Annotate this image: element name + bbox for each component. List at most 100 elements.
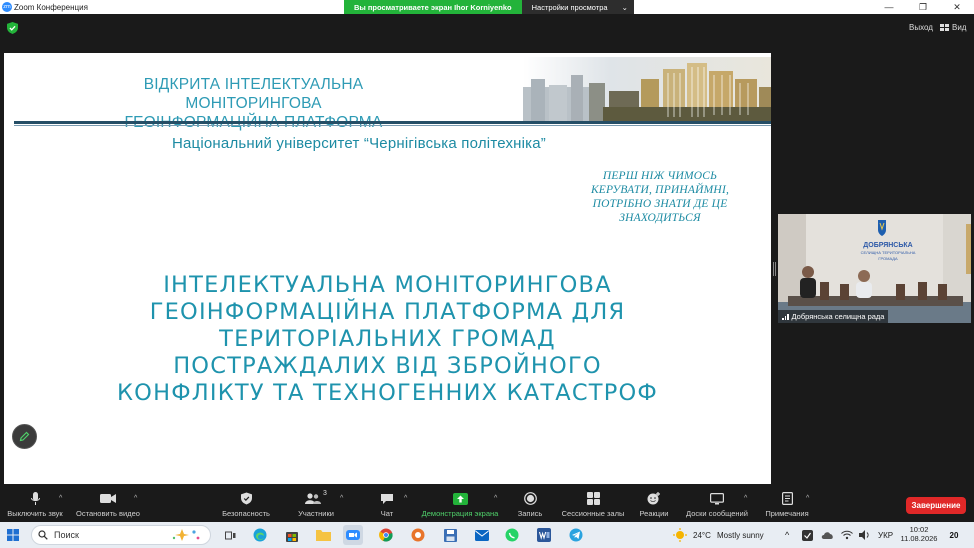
security-button[interactable]: Безопасность xyxy=(216,490,276,521)
video-camera-icon xyxy=(100,494,116,503)
search-highlight-sparkles-icon xyxy=(172,529,200,541)
participants-button[interactable]: 3 Участники xyxy=(294,490,338,521)
main-title-line: КОНФЛІКТУ ТА ТЕХНОГЕННИХ КАТАСТРОФ xyxy=(117,380,658,406)
annotate-button[interactable] xyxy=(12,424,37,449)
weather-sun-icon[interactable] xyxy=(672,525,688,545)
notifications-button[interactable]: 20 xyxy=(945,527,963,543)
security-shield-icon xyxy=(240,492,252,505)
breakout-rooms-button[interactable]: Сессионные залы xyxy=(558,490,628,521)
task-view-icon[interactable] xyxy=(220,525,240,545)
whiteboards-options-caret[interactable]: ^ xyxy=(744,495,747,502)
view-label: Вид xyxy=(952,23,967,32)
wifi-icon[interactable] xyxy=(840,525,854,545)
participants-label: Участники xyxy=(298,509,334,518)
shared-screen-slide: ВІДКРИТА ІНТЕЛЕКТУАЛЬНА МОНІТОРИНГОВА ГЕ… xyxy=(4,53,771,484)
slide-divider xyxy=(14,121,771,124)
clock-time: 10:02 xyxy=(909,525,929,534)
quote-line: КЕРУВАТИ, ПРИНАЙМНІ, xyxy=(590,184,730,196)
whatsapp-icon[interactable] xyxy=(502,525,522,545)
window-title: Zoom Конференция xyxy=(14,2,88,12)
windows-logo-icon xyxy=(7,529,19,541)
participant-name: Добрянська селищна рада xyxy=(791,312,885,321)
wall-sign-line: ДОБРЯНСЬКА xyxy=(863,242,913,249)
panel-resize-handle[interactable] xyxy=(773,262,776,276)
chat-options-caret[interactable]: ^ xyxy=(404,495,407,502)
taskbar-search-box[interactable]: Поиск xyxy=(31,525,211,545)
weather-description[interactable]: Mostly sunny xyxy=(717,531,764,540)
chat-button[interactable]: Чат xyxy=(374,490,400,521)
file-explorer-icon[interactable] xyxy=(313,525,333,545)
breakout-rooms-icon xyxy=(586,492,600,505)
zoom-app-icon-text: zm xyxy=(3,4,11,10)
minimize-button[interactable]: — xyxy=(872,0,906,14)
chrome-icon[interactable] xyxy=(376,525,396,545)
share-screen-button[interactable]: Демонстрация экрана xyxy=(418,490,502,521)
breakout-rooms-label: Сессионные залы xyxy=(561,509,625,518)
meeting-top-bar: Выход Вид xyxy=(0,14,974,42)
microsoft-store-icon[interactable] xyxy=(282,525,302,545)
word-icon[interactable] xyxy=(534,525,554,545)
wall-sign: ДОБРЯНСЬКА СЕЛИЩНА ТЕРИТОРІАЛЬНА ГРОМАДА xyxy=(856,242,920,262)
share-options-caret[interactable]: ^ xyxy=(494,495,497,502)
signal-strength-icon xyxy=(782,313,789,320)
meeting-toolbar: Выключить звук ^ Остановить видео ^ Безо… xyxy=(0,490,974,521)
app-icon-orange[interactable] xyxy=(408,525,428,545)
view-options-button[interactable]: Настройки просмотра ⌄ xyxy=(521,0,634,14)
zoom-taskbar-icon[interactable] xyxy=(343,525,363,545)
taskbar-clock[interactable]: 10:02 11.08.2026 xyxy=(900,525,938,543)
reactions-button[interactable]: Реакции xyxy=(636,490,672,521)
telegram-icon[interactable] xyxy=(566,525,586,545)
onedrive-cloud-icon[interactable] xyxy=(820,525,834,545)
main-title-line: ІНТЕЛЕКТУАЛЬНА МОНІТОРИНГОВА xyxy=(163,272,612,298)
microphone-icon xyxy=(30,491,40,505)
wall-sign-line: ГРОМАДА xyxy=(878,256,898,261)
main-title-line: ТЕРИТОРІАЛЬНИХ ГРОМАД xyxy=(219,326,556,352)
participant-video-frame xyxy=(778,214,971,323)
end-meeting-button[interactable]: Завершение xyxy=(906,497,966,514)
reactions-label: Реакции xyxy=(639,509,669,518)
mute-button[interactable]: Выключить звук xyxy=(4,490,66,521)
main-title-line: ГЕОІНФОРМАЦІЙНА ПЛАТФОРМА ДЛЯ xyxy=(149,299,626,325)
video-options-caret[interactable]: ^ xyxy=(134,495,137,502)
speaker-volume-icon[interactable] xyxy=(858,525,872,545)
mail-icon[interactable] xyxy=(472,525,492,545)
restore-button[interactable]: ❐ xyxy=(906,0,940,14)
audio-options-caret[interactable]: ^ xyxy=(59,495,62,502)
edge-browser-icon[interactable] xyxy=(250,525,270,545)
encryption-shield-icon[interactable] xyxy=(7,22,18,34)
start-button[interactable] xyxy=(0,522,26,548)
participants-options-caret[interactable]: ^ xyxy=(340,495,343,502)
close-window-button[interactable]: ✕ xyxy=(940,0,974,14)
city-skyline-image xyxy=(523,57,771,121)
notes-button[interactable]: Примечания xyxy=(762,490,812,521)
share-screen-icon xyxy=(452,492,468,505)
record-icon xyxy=(523,492,537,505)
input-language-indicator[interactable]: УКР xyxy=(878,531,893,540)
smiley-plus-icon xyxy=(647,492,660,505)
weather-temperature[interactable]: 24°C xyxy=(693,531,711,540)
slide-header-line: ВІДКРИТА ІНТЕЛЕКТУАЛЬНА МОНІТОРИНГОВА xyxy=(143,76,364,112)
share-screen-label: Демонстрация экрана xyxy=(421,509,499,518)
exit-full-screen-button[interactable]: Выход xyxy=(909,23,933,32)
participant-video-tile[interactable]: ДОБРЯНСЬКА СЕЛИЩНА ТЕРИТОРІАЛЬНА ГРОМАДА… xyxy=(778,214,971,323)
view-button[interactable]: Вид xyxy=(940,23,966,32)
whiteboards-button[interactable]: Доски сообщений xyxy=(684,490,750,521)
quote-line: ПЕРШ НІЖ ЧИМОСЬ xyxy=(602,170,718,182)
pencil-icon xyxy=(19,431,30,442)
tray-chevron-up-icon[interactable]: ^ xyxy=(785,530,789,540)
notes-label: Примечания xyxy=(765,509,809,518)
quote-line: ПОТРІБНО ЗНАТИ ДЕ ЦЕ xyxy=(592,198,728,210)
record-button[interactable]: Запись xyxy=(514,490,546,521)
tray-app-icon[interactable] xyxy=(800,525,814,545)
security-label: Безопасность xyxy=(222,509,270,518)
slide-divider-thin xyxy=(14,125,771,126)
participant-name-label: Добрянська селищна рада xyxy=(778,310,889,323)
notes-options-caret[interactable]: ^ xyxy=(806,495,809,502)
chat-icon xyxy=(381,493,393,504)
quote-line: ЗНАХОДИТЬСЯ xyxy=(619,212,701,224)
participants-icon xyxy=(305,493,322,504)
zoom-app-icon: zm xyxy=(2,2,12,12)
search-placeholder: Поиск xyxy=(54,530,79,540)
notes-icon xyxy=(781,492,793,505)
save-disk-icon[interactable] xyxy=(440,525,460,545)
